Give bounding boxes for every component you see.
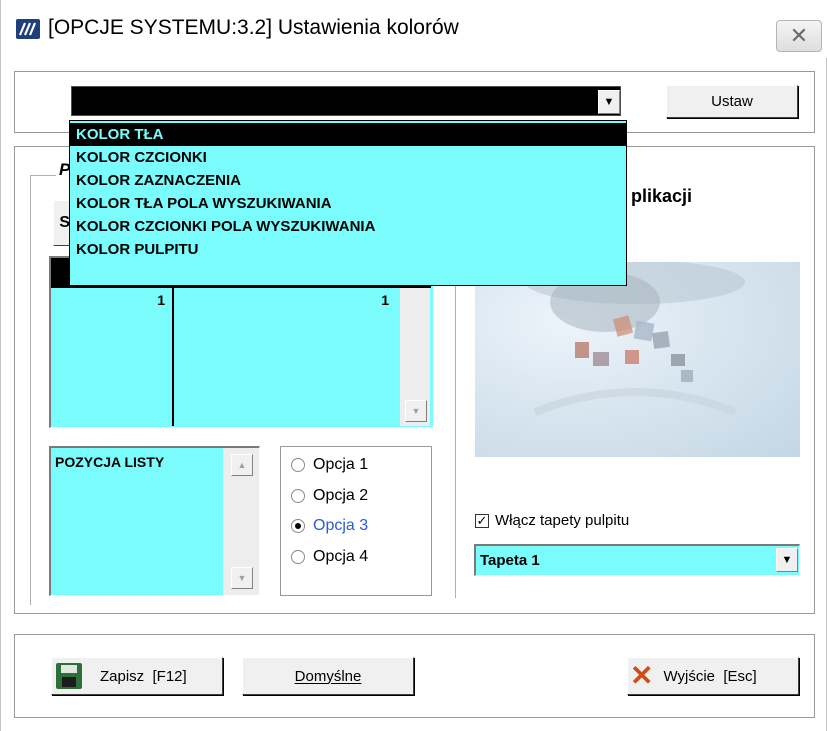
set-button[interactable]: Ustaw (666, 85, 798, 118)
color-select-arrow[interactable]: ▼ (598, 90, 620, 114)
chevron-down-icon: ▼ (781, 554, 793, 566)
save-button[interactable]: Zapisz [F12] (51, 657, 223, 695)
radio-button[interactable] (291, 458, 305, 472)
wallpaper-select[interactable]: Tapeta 1 ▼ (474, 544, 800, 576)
list-item: POZYCJA LISTY (55, 454, 165, 470)
grid-cell-2: 1 (381, 292, 389, 308)
checkbox-checked-icon[interactable]: ✓ (475, 513, 489, 528)
dropdown-item[interactable]: KOLOR CZCIONKI (70, 146, 626, 169)
dropdown-item[interactable]: KOLOR PULPITU (70, 238, 626, 261)
list-preview: POZYCJA LISTY ▲ ▼ (49, 446, 260, 596)
wallpaper-select-arrow[interactable]: ▼ (776, 548, 798, 572)
grid-scroll-down[interactable]: ▼ (405, 400, 427, 422)
radio-button[interactable] (291, 550, 305, 564)
radio-button[interactable] (291, 489, 305, 503)
wallpaper-preview (475, 262, 800, 457)
list-scrollbar[interactable]: ▲ ▼ (223, 448, 259, 595)
floppy-disk-icon (56, 663, 82, 689)
dropdown-item[interactable]: KOLOR TŁA (70, 123, 626, 146)
option-1[interactable]: Opcja 1 (291, 453, 368, 477)
grid-divider (172, 288, 174, 426)
close-button[interactable]: ✕ (776, 20, 822, 52)
grid-cell-1: 1 (157, 292, 165, 308)
title-bar: [OPCJE SYSTEMU:3.2] Ustawienia kolorów ✕ (2, 0, 827, 58)
list-scroll-down[interactable]: ▼ (231, 567, 253, 589)
close-icon: ✕ (789, 23, 809, 48)
radio-button-checked[interactable] (291, 519, 305, 533)
chevron-up-icon: ▲ (237, 460, 247, 470)
option-2[interactable]: Opcja 2 (291, 484, 368, 508)
chevron-down-icon: ▼ (411, 406, 421, 416)
option-4[interactable]: Opcja 4 (291, 545, 368, 569)
chevron-down-icon: ▼ (603, 96, 615, 108)
dropdown-item[interactable]: KOLOR CZCIONKI POLA WYSZUKIWANIA (70, 215, 626, 238)
grid-scrollbar[interactable]: ▼ (400, 288, 430, 426)
list-scroll-up[interactable]: ▲ (231, 454, 253, 476)
dropdown-item[interactable]: KOLOR ZAZNACZENIA (70, 169, 626, 192)
exit-button[interactable]: ✕ Wyjście [Esc] (627, 657, 799, 695)
chevron-down-icon: ▼ (237, 573, 247, 583)
wallpaper-toggle[interactable]: ✓ Włącz tapety pulpitu (475, 512, 629, 529)
window: [OPCJE SYSTEMU:3.2] Ustawienia kolorów ✕… (0, 0, 827, 731)
window-title: [OPCJE SYSTEMU:3.2] Ustawienia kolorów (48, 16, 459, 39)
color-dropdown-list[interactable]: KOLOR TŁA KOLOR CZCIONKI KOLOR ZAZNACZEN… (69, 120, 627, 286)
color-select[interactable]: ▼ (71, 86, 621, 116)
dropdown-item[interactable]: KOLOR TŁA POLA WYSZUKIWANIA (70, 192, 626, 215)
defaults-button[interactable]: Domyślne (242, 657, 414, 695)
app-logo-icon (16, 19, 40, 39)
x-mark-icon: ✕ (630, 660, 654, 691)
option-3[interactable]: Opcja 3 (291, 514, 368, 538)
desktop-title: plikacji (631, 186, 693, 206)
wallpaper-image (525, 262, 745, 416)
